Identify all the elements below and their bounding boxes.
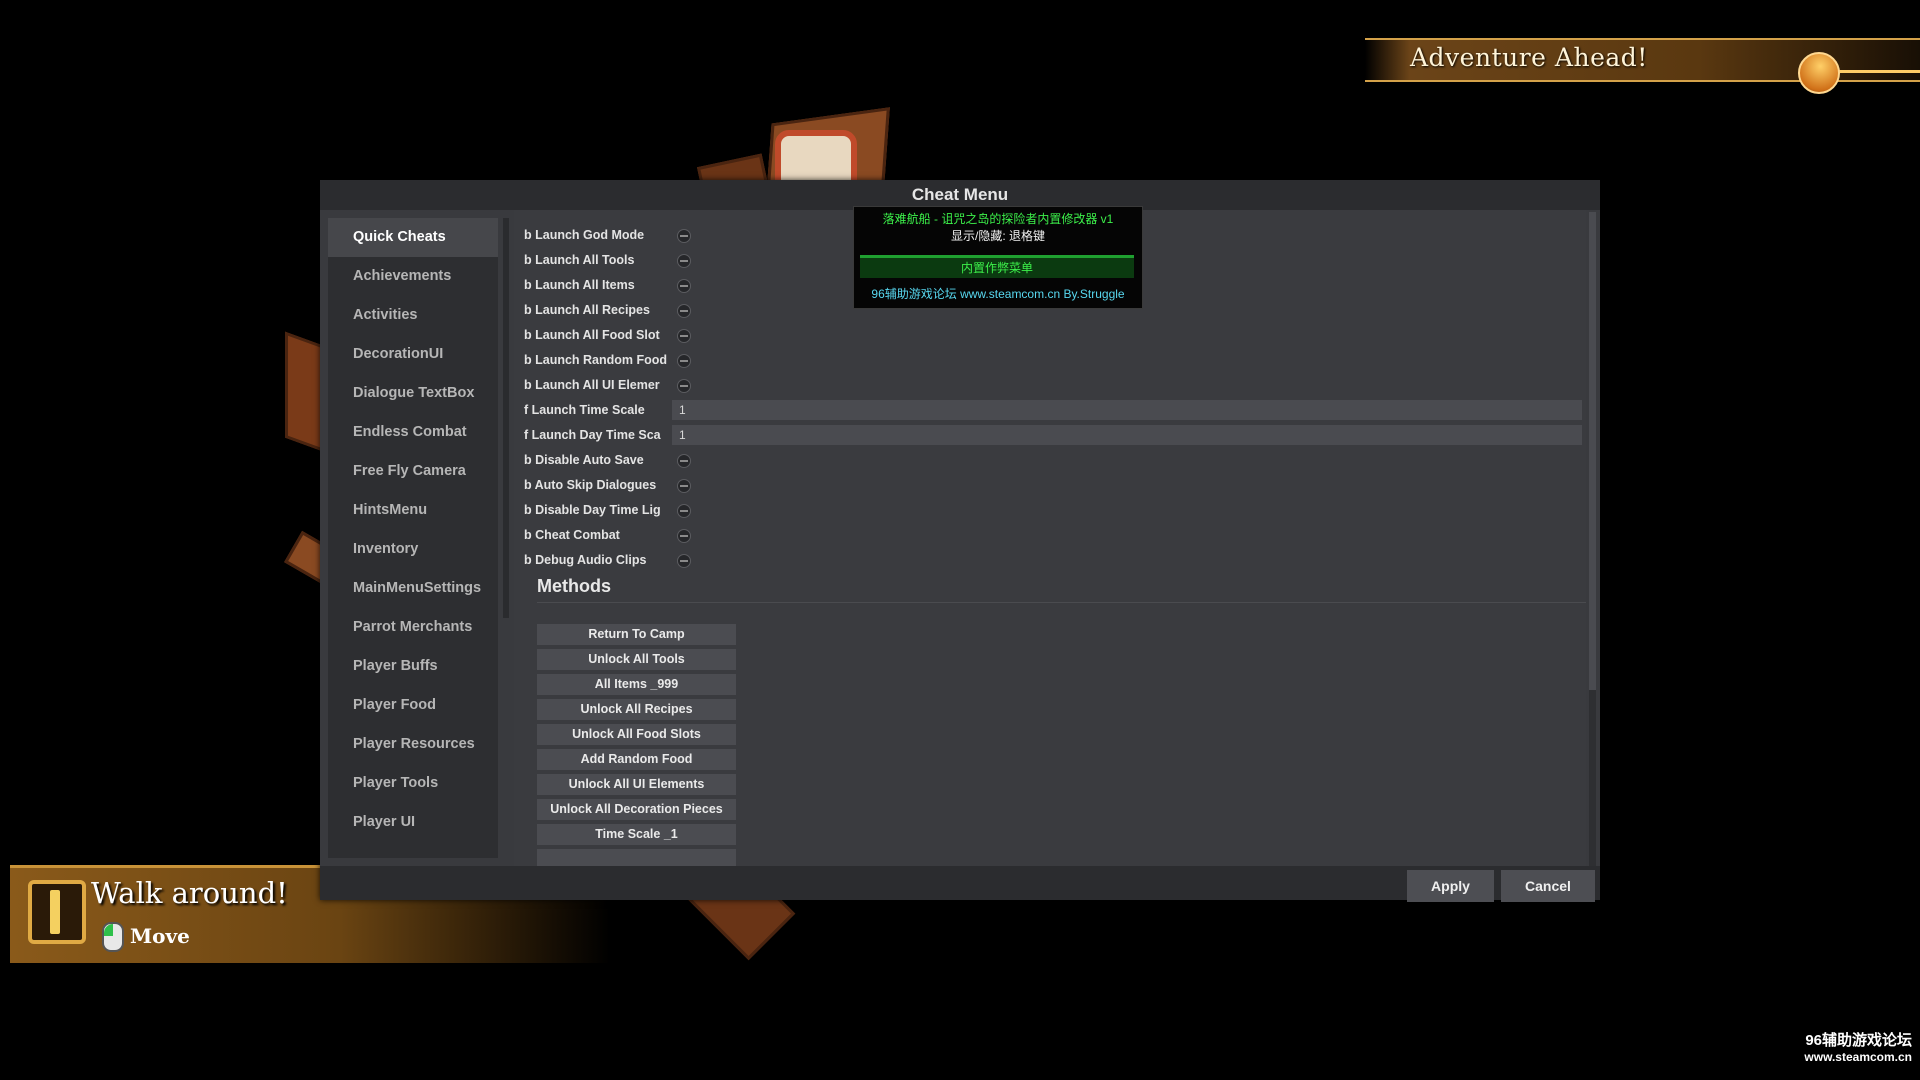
property-label: b Cheat Combat bbox=[524, 528, 620, 542]
toggle-icon[interactable] bbox=[677, 279, 691, 293]
watermark-url: www.steamcom.cn bbox=[1804, 1050, 1912, 1064]
trainer-link[interactable]: 96辅助游戏论坛 www.steamcom.cn By.Struggle bbox=[854, 285, 1142, 302]
sidebar-item-mainmenusettings[interactable]: MainMenuSettings bbox=[328, 569, 498, 608]
property-row: b Disable Day Time Lig bbox=[514, 499, 1586, 521]
sidebar-item-player-ui[interactable]: Player UI bbox=[328, 803, 498, 842]
toggle-icon[interactable] bbox=[677, 379, 691, 393]
toggle-icon[interactable] bbox=[677, 354, 691, 368]
property-label: b Launch All Tools bbox=[524, 253, 635, 267]
trainer-hotkey: 显示/隐藏: 退格键 bbox=[950, 229, 1045, 243]
property-row: f Launch Day Time Sca 1 bbox=[514, 424, 1586, 446]
toggle-icon[interactable] bbox=[677, 454, 691, 468]
property-row: b Launch Random Food bbox=[514, 349, 1586, 371]
methods-heading: Methods bbox=[537, 576, 611, 596]
trainer-overlay: 落难航船 - 诅咒之岛的探险者内置修改器 v1 显示/隐藏: 退格键 内置作弊菜… bbox=[853, 206, 1143, 309]
property-row: b Debug Audio Clips bbox=[514, 549, 1586, 571]
content-scrollbar-thumb[interactable] bbox=[1589, 212, 1596, 690]
task-title: Walk around! bbox=[91, 876, 288, 910]
watermark-title: 96辅助游戏论坛 bbox=[1805, 1032, 1912, 1049]
property-label: b Launch Random Food bbox=[524, 353, 668, 367]
cheat-menu-window: Cheat Menu Quick Cheats Achievements Activ… bbox=[320, 180, 1600, 902]
property-row: b Launch All UI Elemer bbox=[514, 374, 1586, 396]
watermark: 96辅助游戏论坛 www.steamcom.cn bbox=[1804, 1032, 1912, 1066]
sidebar-item-player-resources[interactable]: Player Resources bbox=[328, 725, 498, 764]
property-label: b Launch God Mode bbox=[524, 228, 645, 242]
method-button[interactable]: Unlock All Recipes bbox=[537, 699, 736, 720]
method-button[interactable]: All Items _999 bbox=[537, 674, 736, 695]
scene-window bbox=[775, 130, 857, 187]
sidebar-item-decorationui[interactable]: DecorationUI bbox=[328, 335, 498, 374]
window-footer: Apply Cancel bbox=[320, 866, 1600, 902]
sidebar-item-dialogue-textbox[interactable]: Dialogue TextBox bbox=[328, 374, 498, 413]
toggle-icon[interactable] bbox=[677, 504, 691, 518]
property-label: f Launch Time Scale bbox=[524, 403, 645, 417]
number-field[interactable]: 1 bbox=[672, 425, 1582, 445]
method-button[interactable] bbox=[537, 849, 736, 866]
property-label: b Launch All Food Slot bbox=[524, 328, 660, 342]
exclamation-mark bbox=[50, 890, 60, 934]
method-button[interactable]: Add Random Food bbox=[537, 749, 736, 770]
sidebar-item-hintsmenu[interactable]: HintsMenu bbox=[328, 491, 498, 530]
toggle-icon[interactable] bbox=[677, 304, 691, 318]
property-label: b Launch All Items bbox=[524, 278, 635, 292]
toggle-icon[interactable] bbox=[677, 529, 691, 543]
property-label: b Disable Day Time Lig bbox=[524, 503, 661, 517]
sidebar-item-activities[interactable]: Activities bbox=[328, 296, 498, 335]
task-action-label: Move bbox=[130, 924, 190, 948]
category-sidebar: Quick Cheats Achievements Activities Decora… bbox=[328, 218, 498, 858]
property-label: f Launch Day Time Sca bbox=[524, 428, 661, 442]
sidebar-item-parrot-merchants[interactable]: Parrot Merchants bbox=[328, 608, 498, 647]
sidebar-item-player-food[interactable]: Player Food bbox=[328, 686, 498, 725]
property-label: b Debug Audio Clips bbox=[524, 553, 647, 567]
property-row: b Disable Auto Save bbox=[514, 449, 1586, 471]
toggle-icon[interactable] bbox=[677, 254, 691, 268]
method-button[interactable]: Time Scale _1 bbox=[537, 824, 736, 845]
sidebar-scrollbar[interactable] bbox=[503, 218, 509, 618]
sidebar-item-quick-cheats[interactable]: Quick Cheats bbox=[328, 218, 498, 257]
property-label: b Auto Skip Dialogues bbox=[524, 478, 657, 492]
content-scrollbar[interactable] bbox=[1589, 212, 1596, 867]
sidebar-item-endless-combat[interactable]: Endless Combat bbox=[328, 413, 498, 452]
quest-banner-title: Adventure Ahead! bbox=[1410, 43, 1648, 72]
toggle-icon[interactable] bbox=[677, 229, 691, 243]
toggle-icon[interactable] bbox=[677, 479, 691, 493]
quest-line bbox=[1836, 70, 1920, 73]
toggle-icon[interactable] bbox=[677, 554, 691, 568]
cancel-button[interactable]: Cancel bbox=[1501, 870, 1595, 902]
method-button[interactable]: Unlock All Decoration Pieces bbox=[537, 799, 736, 820]
property-row: b Auto Skip Dialogues bbox=[514, 474, 1586, 496]
sidebar-item-player-buffs[interactable]: Player Buffs bbox=[328, 647, 498, 686]
property-label: b Launch All UI Elemer bbox=[524, 378, 660, 392]
trainer-title: 落难航船 - 诅咒之岛的探险者内置修改器 v1 bbox=[882, 212, 1114, 226]
property-label: b Disable Auto Save bbox=[524, 453, 644, 467]
mouse-icon bbox=[102, 922, 124, 952]
sidebar-item-player-tools[interactable]: Player Tools bbox=[328, 764, 498, 803]
property-row: b Launch All Food Slot bbox=[514, 324, 1586, 346]
sidebar-item-inventory[interactable]: Inventory bbox=[328, 530, 498, 569]
trainer-menu-button[interactable]: 内置作弊菜单 bbox=[860, 255, 1134, 278]
property-row: f Launch Time Scale 1 bbox=[514, 399, 1586, 421]
method-button[interactable]: Return To Camp bbox=[537, 624, 736, 645]
toggle-icon[interactable] bbox=[677, 329, 691, 343]
number-field[interactable]: 1 bbox=[672, 400, 1582, 420]
divider bbox=[537, 602, 1586, 603]
exclamation-icon bbox=[28, 880, 86, 944]
method-button[interactable]: Unlock All Tools bbox=[537, 649, 736, 670]
sidebar-item-achievements[interactable]: Achievements bbox=[328, 257, 498, 296]
property-row: b Cheat Combat bbox=[514, 524, 1586, 546]
method-button[interactable]: Unlock All UI Elements bbox=[537, 774, 736, 795]
sidebar-item-free-fly-camera[interactable]: Free Fly Camera bbox=[328, 452, 498, 491]
property-label: b Launch All Recipes bbox=[524, 303, 650, 317]
apply-button[interactable]: Apply bbox=[1407, 870, 1494, 902]
method-button[interactable]: Unlock All Food Slots bbox=[537, 724, 736, 745]
